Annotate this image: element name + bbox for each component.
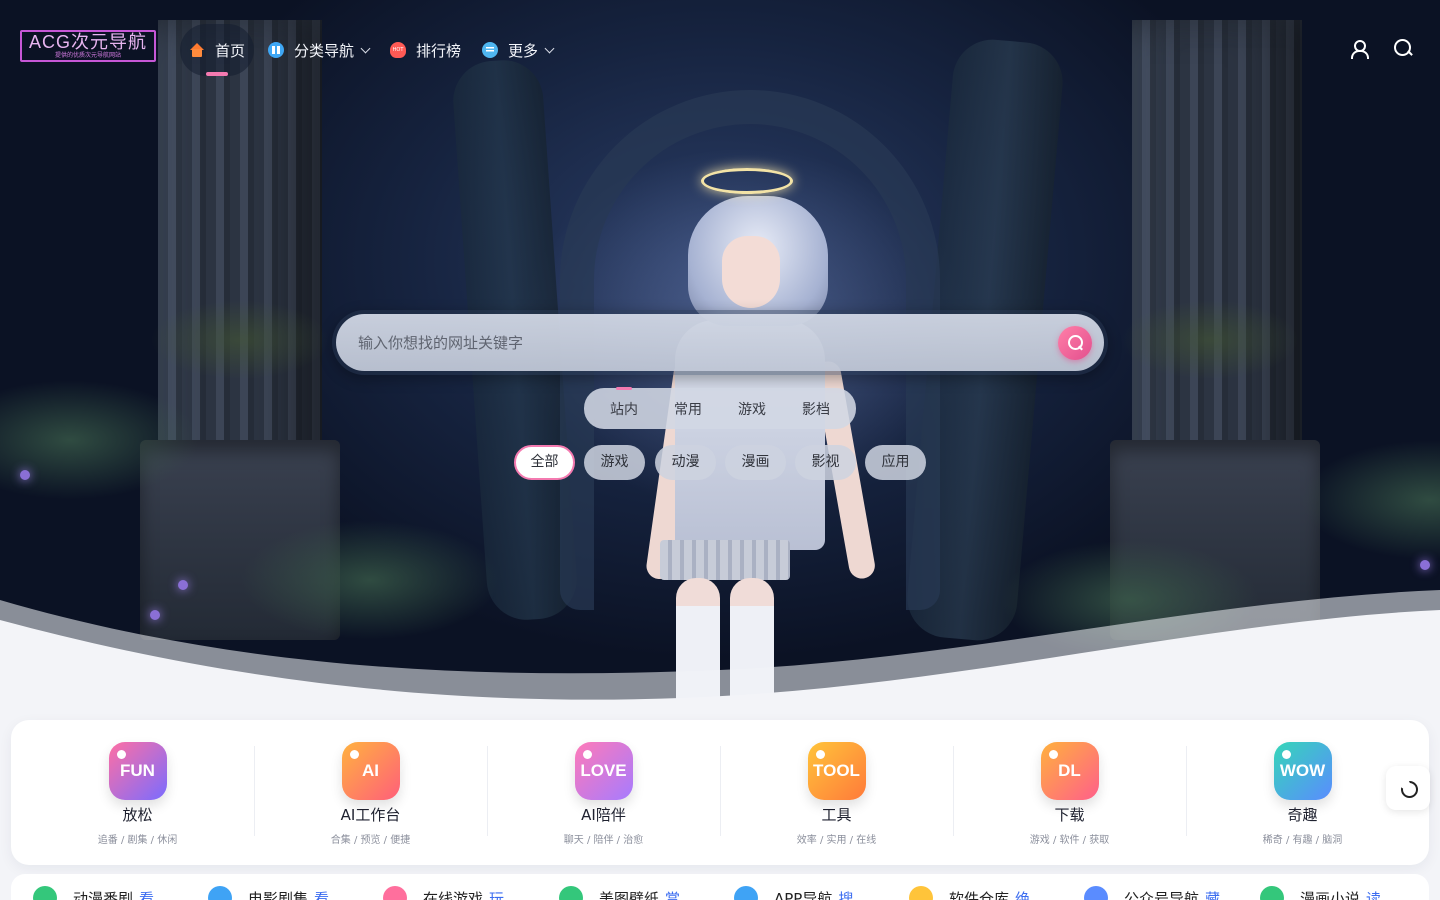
feature-download[interactable]: DL 下载 游戏 / 软件 / 获取	[953, 720, 1186, 865]
love-badge-icon: LOVE	[574, 742, 633, 800]
ai-badge-icon: AI	[341, 742, 400, 800]
tab-common[interactable]: 常用	[666, 399, 710, 419]
feature-ai-workbench[interactable]: AI AI工作台 合集 / 预览 / 便捷	[254, 720, 487, 865]
quick-link-label: 软件仓库	[949, 889, 1010, 900]
quick-link-label: 在线游戏	[423, 889, 484, 900]
flower	[20, 470, 30, 480]
quick-link-tag: 看	[139, 889, 155, 900]
quick-link-online-games[interactable]: 在线游戏 玩	[383, 886, 504, 900]
nav-item-label: 更多	[508, 41, 539, 60]
feature-title: 放松	[122, 806, 153, 824]
quick-link-apps[interactable]: APP导航 搜	[734, 886, 853, 900]
feature-subtitle: 游戏 / 软件 / 获取	[1029, 835, 1110, 846]
feature-panel: FUN 放松 追番 / 剧集 / 休闲 AI AI工作台 合集 / 预览 / 便…	[11, 720, 1429, 865]
search-input[interactable]	[358, 314, 1038, 371]
feature-relax[interactable]: FUN 放松 追番 / 剧集 / 休闲	[21, 720, 254, 865]
wallpaper-icon	[559, 886, 583, 900]
search-scope-tabs: 站内 常用 游戏 影档	[584, 386, 856, 429]
site-logo[interactable]: ACG次元导航 提供的优质次元导航网站	[20, 30, 156, 62]
quick-link-tag: 搜	[838, 889, 854, 900]
logo-subtitle: 提供的优质次元导航网站	[54, 52, 121, 59]
grid-icon	[268, 42, 284, 58]
quick-link-label: 美图壁纸	[599, 889, 660, 900]
fern-foliage	[1300, 440, 1440, 560]
top-navbar: ACG次元导航 提供的优质次元导航网站 首页 分类导航 排行榜 更多	[0, 0, 1440, 100]
quick-link-wallpapers[interactable]: 美图壁纸 赏	[559, 886, 680, 900]
feature-title: 下载	[1054, 806, 1085, 824]
feature-title: 工具	[821, 806, 852, 824]
hero-wave-divider	[0, 590, 1440, 712]
app-icon	[734, 886, 758, 900]
quick-link-tag: 看	[314, 889, 330, 900]
quick-link-tag: 玩	[489, 889, 505, 900]
home-icon	[189, 42, 205, 58]
wow-badge-icon: WOW	[1273, 742, 1332, 800]
feature-title: AI陪伴	[581, 806, 626, 824]
feature-title: AI工作台	[340, 806, 401, 824]
quick-link-comics-novels[interactable]: 漫画小说 读	[1260, 886, 1381, 900]
nav-item-label: 首页	[215, 41, 246, 60]
tab-film[interactable]: 影档	[794, 399, 838, 419]
quick-link-tag: 读	[1366, 889, 1382, 900]
category-pill-all[interactable]: 全部	[514, 445, 575, 480]
nav-item-more[interactable]: 更多	[482, 24, 555, 76]
nav-item-categories[interactable]: 分类导航	[268, 24, 371, 76]
category-pill-manga[interactable]: 漫画	[725, 445, 786, 480]
nav-item-ranking[interactable]: 排行榜	[390, 24, 461, 76]
user-icon[interactable]	[1348, 38, 1370, 60]
feature-title: 奇趣	[1287, 806, 1318, 824]
fun-badge-icon: FUN	[108, 742, 167, 800]
feature-subtitle: 聊天 / 陪伴 / 治愈	[563, 835, 644, 846]
search-icon[interactable]	[1392, 38, 1414, 60]
halo	[701, 168, 793, 194]
chevron-down-icon	[544, 43, 555, 53]
nav-item-home[interactable]: 首页	[180, 24, 254, 76]
account-icon	[1084, 886, 1108, 900]
category-pill-anime[interactable]: 动漫	[655, 445, 716, 480]
quick-link-tag: 藏	[1205, 889, 1221, 900]
anime-icon	[33, 886, 57, 900]
search-box	[336, 314, 1104, 371]
tab-games[interactable]: 游戏	[730, 399, 774, 419]
feature-subtitle: 追番 / 剧集 / 休闲	[97, 835, 178, 846]
quick-link-anime[interactable]: 动漫番剧 看	[33, 886, 154, 900]
game-icon	[383, 886, 407, 900]
feature-curiosities[interactable]: WOW 奇趣 稀奇 / 有趣 / 脑洞	[1186, 720, 1419, 865]
quick-link-official-accounts[interactable]: 公众号导航 藏	[1084, 886, 1220, 900]
quick-link-tag: 赏	[665, 889, 681, 900]
quick-link-label: 漫画小说	[1300, 889, 1361, 900]
feature-subtitle: 效率 / 实用 / 在线	[796, 835, 877, 846]
chevron-down-icon	[360, 43, 371, 53]
tool-badge-icon: TOOL	[807, 742, 866, 800]
quick-link-tag: 绝	[1015, 889, 1031, 900]
category-pill-video[interactable]: 影视	[795, 445, 856, 480]
logo-title: ACG次元导航	[28, 32, 147, 52]
feature-ai-companion[interactable]: LOVE AI陪伴 聊天 / 陪伴 / 治愈	[487, 720, 720, 865]
theme-toggle-moon-icon[interactable]	[1386, 766, 1430, 810]
quick-links-bar: 动漫番剧 看 电影剧集 看 在线游戏 玩 美图壁纸 赏 APP导航 搜 软件仓库…	[11, 874, 1429, 900]
quick-link-label: APP导航	[774, 889, 833, 900]
quick-link-label: 公众号导航	[1124, 889, 1200, 900]
quick-link-label: 电影剧集	[248, 889, 309, 900]
hot-fire-icon	[390, 42, 406, 58]
category-pill-apps[interactable]: 应用	[865, 445, 926, 480]
category-pill-games[interactable]: 游戏	[584, 445, 645, 480]
nav-item-label: 分类导航	[294, 41, 355, 60]
quick-link-movies[interactable]: 电影剧集 看	[208, 886, 329, 900]
menu-icon	[482, 42, 498, 58]
book-icon	[1260, 886, 1284, 900]
movie-icon	[208, 886, 232, 900]
tab-onsite[interactable]: 站内	[602, 386, 646, 419]
search-bar	[332, 310, 1108, 375]
dl-badge-icon: DL	[1040, 742, 1099, 800]
software-icon	[909, 886, 933, 900]
quick-link-label: 动漫番剧	[73, 889, 134, 900]
feature-tools[interactable]: TOOL 工具 效率 / 实用 / 在线	[720, 720, 953, 865]
quick-link-software[interactable]: 软件仓库 绝	[909, 886, 1030, 900]
active-nav-indicator	[206, 72, 228, 76]
nav-item-label: 排行榜	[416, 41, 462, 60]
feature-subtitle: 合集 / 预览 / 便捷	[330, 835, 411, 846]
search-submit-button[interactable]	[1058, 326, 1092, 360]
feature-subtitle: 稀奇 / 有趣 / 脑洞	[1262, 835, 1343, 846]
